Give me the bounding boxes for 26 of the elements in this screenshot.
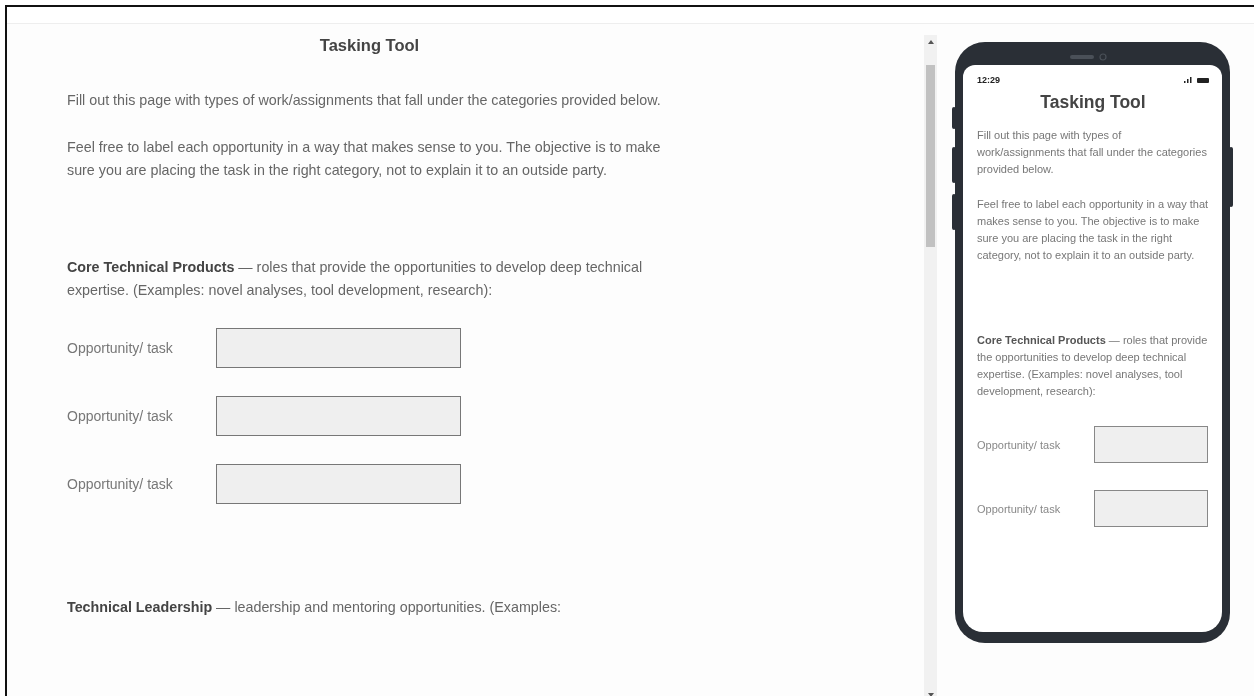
signal-icon (1184, 77, 1192, 83)
opportunity-input[interactable] (216, 464, 461, 504)
status-time: 12:29 (977, 75, 1002, 85)
category-description: Technical Leadership — leadership and mentoring opportunities. (Examples: (67, 598, 562, 617)
intro-paragraph: Fill out this page with types of work/assignments that fall under the categories provided below. (67, 91, 662, 110)
opportunity-input[interactable] (216, 328, 461, 368)
speaker-icon (1070, 53, 1110, 61)
intro-paragraph: Fill out this page with types of work/assignments that fall under the categories provided below. (977, 128, 1208, 177)
category-description: Core Technical Products — roles that provide the opportunities to develop deep technical expertise. (Examples: novel analyses, tool development, research): (67, 258, 644, 300)
preview-title: Tasking Tool (1039, 92, 1147, 113)
field-label: Opportunity/ task (67, 476, 174, 492)
intro-paragraph: Feel free to label each opportunity in a way that makes sense to you. The objective is to make sure you are placing the task in the right category, not to explain it to an outside party. (67, 138, 662, 180)
opportunity-input[interactable] (1094, 426, 1208, 463)
opportunity-input[interactable] (1094, 490, 1208, 527)
scrollbar-thumb[interactable] (926, 65, 935, 247)
field-label: Opportunity/ task (977, 502, 1062, 515)
page-title: Tasking Tool (318, 36, 421, 55)
field-label: Opportunity/ task (67, 408, 174, 424)
opportunity-input[interactable] (216, 396, 461, 436)
field-label: Opportunity/ task (977, 438, 1062, 451)
battery-icon (1197, 77, 1209, 83)
category-description: Core Technical Products — roles that provide the opportunities to develop deep technical expertise. (Examples: novel analyses, tool development, research): (977, 333, 1209, 399)
field-label: Opportunity/ task (67, 340, 174, 356)
intro-paragraph: Feel free to label each opportunity in a way that makes sense to you. The objective is to make sure you are placing the task in the right category, not to explain it to an outside party. (977, 197, 1209, 263)
scroll-up-icon[interactable] (927, 40, 934, 44)
scroll-down-icon[interactable] (927, 693, 934, 696)
